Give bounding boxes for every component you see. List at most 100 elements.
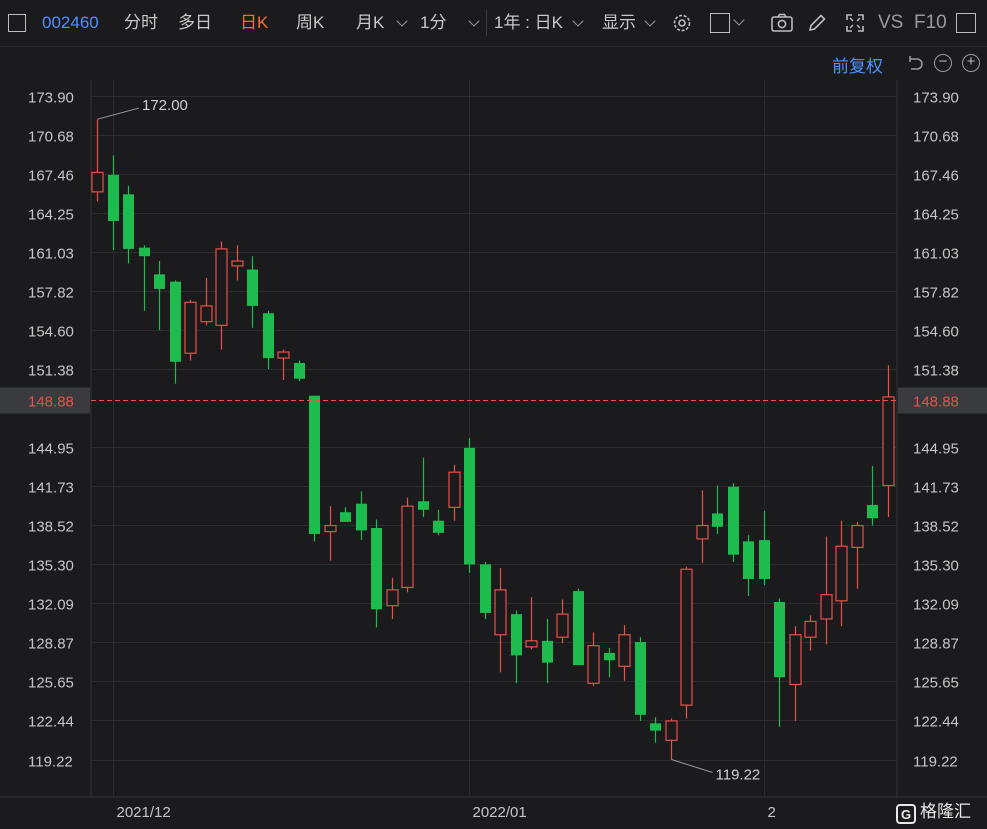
candle-body: [231, 260, 244, 267]
candle-body: [263, 313, 274, 359]
candle: [154, 261, 165, 331]
candle: [635, 637, 646, 721]
candle: [789, 626, 802, 721]
candle-body: [882, 396, 895, 487]
current-price-tag-right: 148.88: [913, 394, 959, 411]
candle: [247, 256, 258, 328]
candle: [587, 632, 600, 686]
candle: [480, 561, 491, 619]
logo-g-icon: G: [896, 804, 916, 824]
candle: [774, 598, 785, 727]
candle: [525, 597, 538, 650]
y-tick-label-left: 138.52: [28, 519, 74, 536]
candle-body: [309, 395, 320, 535]
y-tick-label-right: 170.68: [913, 129, 959, 146]
candle-body: [324, 524, 337, 533]
chart-overlay: 172.00 119.22 148.88 148.88: [0, 97, 987, 784]
candle-body: [184, 301, 197, 354]
candle-body: [851, 524, 864, 548]
candle: [200, 278, 213, 326]
y-tick-label-left: 141.73: [28, 480, 74, 497]
candle-body: [433, 520, 444, 533]
candle-body: [170, 281, 181, 362]
candle: [835, 520, 848, 627]
candle: [433, 509, 444, 536]
x-tick-label: 2021/12: [117, 804, 171, 821]
candle-body: [635, 642, 646, 715]
candle-body: [480, 564, 491, 613]
y-tick-label-right: 138.52: [913, 519, 959, 536]
candle-body: [91, 171, 104, 193]
candle: [618, 625, 631, 681]
y-tick-label-right: 173.90: [913, 90, 959, 107]
candle-body: [804, 620, 817, 638]
y-tick-label-left: 167.46: [28, 168, 74, 185]
candle-body: [743, 541, 754, 579]
y-tick-label-right: 157.82: [913, 285, 959, 302]
candle-body: [696, 524, 709, 540]
candle: [712, 485, 723, 535]
candle-body: [108, 174, 119, 221]
candle: [759, 510, 770, 586]
candle: [820, 536, 833, 645]
candlestick-chart[interactable]: 173.90 173.90 170.68 170.68 167.46 167.46 164.…: [0, 0, 987, 829]
candle: [680, 566, 693, 719]
y-tick-label-right: 128.87: [913, 636, 959, 653]
candle-body: [820, 594, 833, 620]
candle-body: [867, 504, 878, 519]
candle-body: [200, 305, 213, 323]
candle-body: [247, 269, 258, 306]
candle-body: [680, 568, 693, 706]
candle: [696, 490, 709, 564]
candle-body: [494, 589, 507, 636]
y-tick-label-left: 157.82: [28, 285, 74, 302]
y-tick-label-right: 151.38: [913, 363, 959, 380]
annotation-low-label: 119.22: [716, 767, 761, 784]
candle: [556, 599, 569, 644]
candle-body: [573, 591, 584, 666]
candle-body: [542, 640, 553, 663]
chart-grid: 173.90 173.90 170.68 170.68 167.46 167.46 164.…: [0, 80, 987, 821]
candle: [728, 483, 739, 562]
annotation-high-label: 172.00: [142, 97, 188, 114]
annotation-leader: [671, 759, 713, 773]
candle: [231, 245, 244, 281]
y-tick-label-right: 132.09: [913, 597, 959, 614]
y-tick-label-right: 161.03: [913, 246, 959, 263]
y-tick-label-left: 154.60: [28, 324, 74, 341]
y-tick-label-left: 170.68: [28, 129, 74, 146]
candle-body: [123, 194, 134, 249]
candle-body: [835, 545, 848, 602]
candle: [324, 506, 337, 561]
candle-body: [587, 645, 600, 684]
candle: [277, 349, 290, 380]
candle-body: [728, 486, 739, 555]
y-tick-label-left: 132.09: [28, 597, 74, 614]
candle: [650, 717, 661, 743]
candle-body: [340, 512, 351, 522]
candle: [743, 535, 754, 596]
candle: [371, 519, 382, 628]
y-tick-label-left: 161.03: [28, 246, 74, 263]
candle: [139, 245, 150, 311]
y-tick-label-left: 151.38: [28, 363, 74, 380]
y-tick-label-left: 135.30: [28, 558, 74, 575]
y-tick-label-left: 119.22: [28, 754, 73, 771]
y-tick-label-right: 144.95: [913, 441, 959, 458]
candle: [448, 464, 461, 521]
candle-body: [556, 613, 569, 638]
candle: [184, 299, 197, 361]
candle-body: [277, 351, 290, 359]
candle: [851, 521, 864, 589]
candle: [215, 241, 228, 350]
y-tick-label-right: 141.73: [913, 480, 959, 497]
candle: [464, 438, 475, 573]
x-tick-label: 2022/01: [473, 804, 527, 821]
y-tick-label-right: 125.65: [913, 675, 959, 692]
candle: [542, 618, 553, 684]
candle-body: [448, 471, 461, 508]
y-tick-label-left: 125.65: [28, 675, 74, 692]
candle-body: [215, 248, 228, 326]
candle: [511, 610, 522, 684]
candle: [170, 280, 181, 384]
